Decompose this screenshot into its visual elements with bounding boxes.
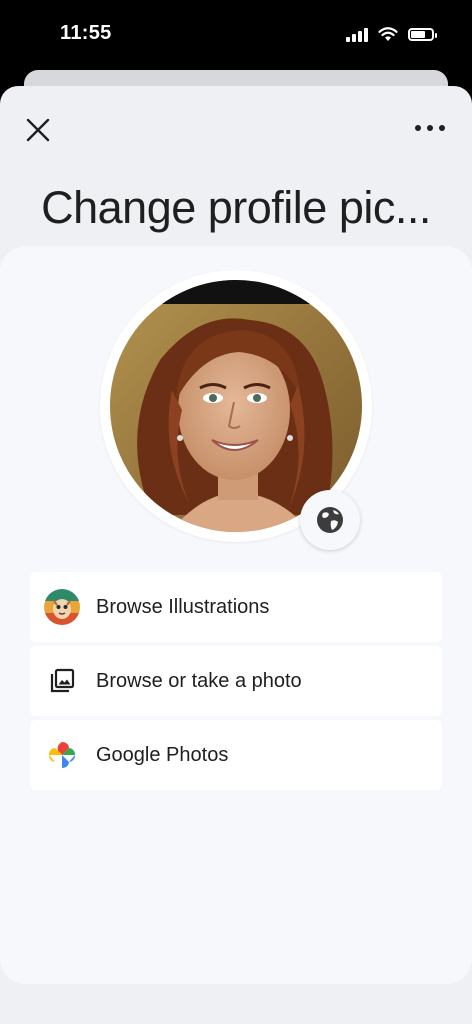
google-photos-icon bbox=[44, 737, 80, 773]
photo-library-icon bbox=[44, 663, 80, 699]
status-icons bbox=[346, 26, 437, 42]
globe-icon bbox=[317, 507, 343, 533]
content-card: Browse Illustrations Browse or take a ph… bbox=[0, 246, 472, 984]
wifi-icon bbox=[378, 26, 398, 41]
status-time: 11:55 bbox=[60, 22, 112, 44]
visibility-button[interactable] bbox=[300, 490, 360, 550]
cellular-signal-icon bbox=[346, 26, 368, 42]
illustration-icon bbox=[44, 589, 80, 625]
browse-illustrations-option[interactable]: Browse Illustrations bbox=[30, 572, 442, 642]
status-bar: 11:55 bbox=[0, 0, 472, 70]
google-photos-label: Google Photos bbox=[96, 743, 229, 766]
battery-icon bbox=[408, 27, 437, 41]
page-title: Change profile pic... bbox=[41, 182, 431, 233]
google-photos-option[interactable]: Google Photos bbox=[30, 720, 442, 790]
browse-or-take-photo-option[interactable]: Browse or take a photo bbox=[30, 646, 442, 716]
close-button[interactable] bbox=[22, 114, 54, 146]
picture-options-list: Browse Illustrations Browse or take a ph… bbox=[30, 572, 442, 794]
more-horizontal-icon bbox=[415, 125, 445, 131]
browse-illustrations-label: Browse Illustrations bbox=[96, 595, 270, 618]
more-options-button[interactable] bbox=[412, 118, 448, 138]
profile-picture-sheet: Change profile pic... Browse Illustratio… bbox=[0, 86, 472, 1024]
close-icon bbox=[26, 118, 50, 142]
browse-or-take-photo-label: Browse or take a photo bbox=[96, 669, 302, 692]
